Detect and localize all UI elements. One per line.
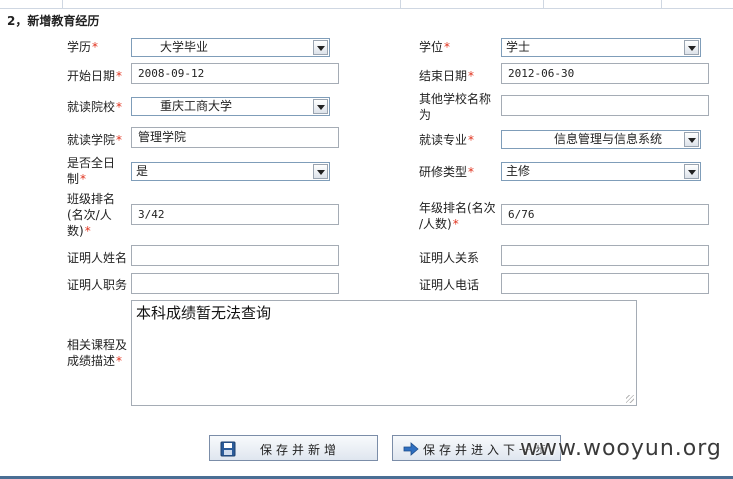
table-divider [661,0,662,8]
major-select[interactable]: 信息管理与信息系统 [501,130,701,149]
table-divider [543,0,544,8]
chevron-down-icon[interactable] [684,40,699,55]
college-input[interactable]: 管理学院 [131,127,339,148]
end-date-label: 结束日期* [419,69,475,83]
ref-name-label: 证明人姓名 [67,251,128,265]
chevron-down-icon[interactable] [684,164,699,179]
ref-position-label: 证明人职务 [67,278,128,292]
degree-type-select[interactable]: 大学毕业 [131,38,330,57]
chevron-down-icon[interactable] [313,164,328,179]
ref-phone-input[interactable] [501,273,709,294]
school-label: 就读院校* [67,100,123,114]
table-divider [400,0,401,8]
section-title: 2，新增教育经历 [7,14,100,28]
table-divider [62,0,63,8]
floppy-disk-icon [220,441,236,460]
degree-type-label: 学历* [67,40,99,54]
class-rank-input[interactable]: 3/42 [131,204,339,225]
top-table-edge [0,0,733,9]
grade-rank-input[interactable]: 6/76 [501,204,709,225]
watermark: www.wooyun.org [520,436,722,461]
courses-textarea[interactable]: 本科成绩暂无法查询 [131,300,637,406]
end-date-input[interactable]: 2012-06-30 [501,63,709,84]
arrow-right-icon [403,441,419,460]
start-date-input[interactable]: 2008-09-12 [131,63,339,84]
study-type-select[interactable]: 主修 [501,162,701,181]
full-time-select[interactable]: 是 [131,162,330,181]
chevron-down-icon[interactable] [684,132,699,147]
other-school-label: 其他学校名称为 [419,92,492,122]
degree-select[interactable]: 学士 [501,38,701,57]
grade-rank-label: 年级排名(名次 /人数)* [419,201,496,231]
class-rank-label: 班级排名 (名次/人 数)* [67,192,116,238]
save-and-add-button[interactable]: 保存并新增 [209,435,378,461]
ref-relation-label: 证明人关系 [419,251,480,265]
courses-label: 相关课程及 成绩描述* [67,338,128,368]
courses-text: 本科成绩暂无法查询 [136,304,272,322]
major-label: 就读专业* [419,133,475,147]
ref-position-input[interactable] [131,273,339,294]
other-school-input[interactable] [501,95,709,116]
full-time-label: 是否全日 制* [67,156,116,186]
study-type-label: 研修类型* [419,165,475,179]
start-date-label: 开始日期* [67,69,123,83]
chevron-down-icon[interactable] [313,99,328,114]
college-label: 就读学院* [67,133,123,147]
degree-label: 学位* [419,40,451,54]
resize-grip-icon[interactable] [626,395,634,403]
ref-relation-input[interactable] [501,245,709,266]
ref-phone-label: 证明人电话 [419,278,480,292]
ref-name-input[interactable] [131,245,339,266]
school-select[interactable]: 重庆工商大学 [131,97,330,116]
chevron-down-icon[interactable] [313,40,328,55]
